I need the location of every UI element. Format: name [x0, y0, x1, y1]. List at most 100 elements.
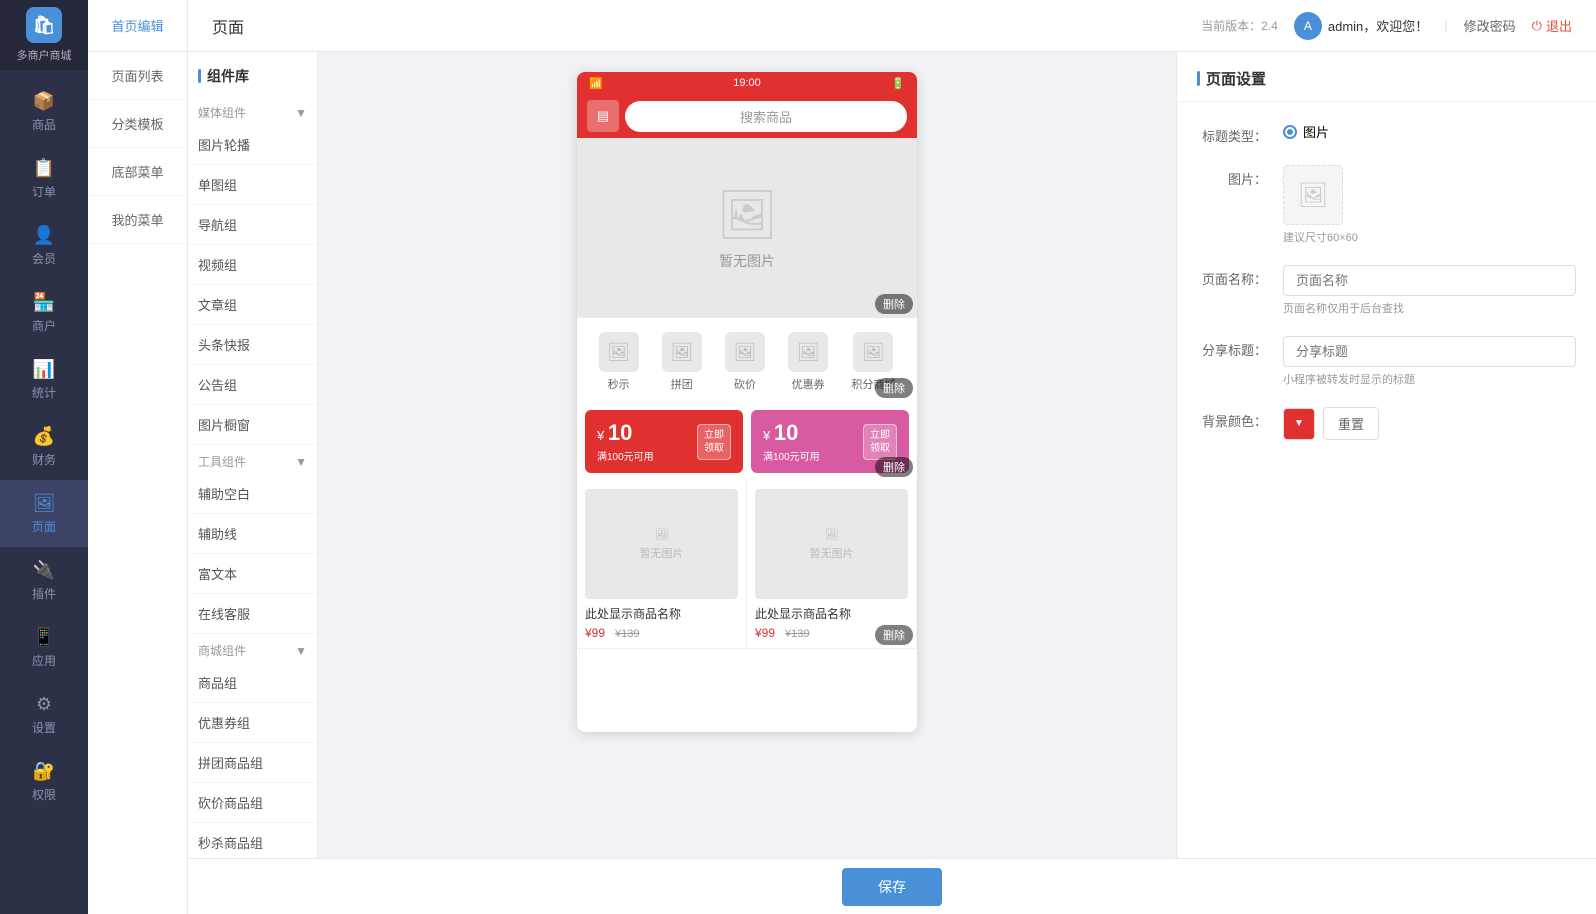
page-name-row: 页面名称： 页面名称仅用于后台查找 — [1197, 265, 1576, 316]
color-picker-row: ▼ 重置 — [1283, 407, 1576, 440]
component-seckill[interactable]: 秒杀商品组 — [188, 823, 317, 858]
image-row: 图片： 🖼 建议尺寸60×60 — [1197, 165, 1576, 245]
coupon-icon-box: 🖼 — [788, 332, 828, 372]
banner-delete-btn[interactable]: 删除 — [875, 294, 913, 314]
component-image-carousel[interactable]: 图片轮播 — [188, 125, 317, 165]
share-title-content: 小程序被转发时显示的标题 — [1283, 336, 1576, 387]
radio-image-option[interactable]: 图片 — [1283, 122, 1576, 141]
phone-search-bar: ▤ 搜索商品 — [577, 94, 917, 138]
goods-icon: 📦 — [33, 90, 55, 112]
sidebar-label-goods: 商品 — [32, 116, 56, 133]
share-title-input[interactable] — [1283, 336, 1576, 367]
phone-preview: 📶 19:00 🔋 ▤ 搜索商品 🖼 暂无图片 删除 — [318, 52, 1176, 858]
tool-category: 工具组件 ▼ — [188, 445, 317, 474]
title-type-row: 标题类型： 图片 — [1197, 122, 1576, 145]
title-type-content: 图片 — [1283, 122, 1576, 141]
settings-icon: ⚙ — [33, 693, 55, 715]
plugin-icon: 🔌 — [33, 559, 55, 581]
component-single-image[interactable]: 单图组 — [188, 165, 317, 205]
sidebar-item-auth[interactable]: 🔐 权限 — [0, 748, 88, 815]
component-aux-line[interactable]: 辅助线 — [188, 514, 317, 554]
settings-panel: 页面设置 标题类型： 图片 图片： — [1176, 52, 1596, 858]
coupon-red: ¥ 10 满100元可用 立即领取 — [585, 410, 743, 473]
component-group-buy[interactable]: 拼团商品组 — [188, 743, 317, 783]
share-title-hint: 小程序被转发时显示的标题 — [1283, 371, 1576, 387]
sidebar-item-member[interactable]: 👤 会员 — [0, 212, 88, 279]
sidebar-item-finance[interactable]: 💰 财务 — [0, 413, 88, 480]
merchant-icon: 🏪 — [33, 291, 55, 313]
second-nav-page-list[interactable]: 页面列表 — [88, 52, 187, 100]
coupon-delete-btn[interactable]: 删除 — [875, 457, 913, 477]
coupon-red-currency: ¥ — [597, 428, 608, 443]
second-nav-category[interactable]: 分类模板 — [88, 100, 187, 148]
sidebar-item-order[interactable]: 📋 订单 — [0, 145, 88, 212]
component-bargain[interactable]: 砍价商品组 — [188, 783, 317, 823]
sidebar-item-stats[interactable]: 📊 统计 — [0, 346, 88, 413]
sidebar-logo: 🛍 多商户商城 — [0, 0, 88, 70]
phone-time: 19:00 — [733, 77, 761, 89]
save-button[interactable]: 保存 — [842, 868, 942, 906]
topbar-divider: | — [1444, 18, 1447, 33]
coupon-pink-desc: 满100元可用 — [763, 448, 820, 463]
second-nav-bottom-menu[interactable]: 底部菜单 — [88, 148, 187, 196]
sidebar-item-merchant[interactable]: 🏪 商户 — [0, 279, 88, 346]
coupon-red-info: ¥ 10 满100元可用 — [597, 420, 654, 463]
sidebar-item-app[interactable]: 📱 应用 — [0, 614, 88, 681]
goods-img-icon-1: 🖼 — [825, 528, 839, 541]
share-title-label: 分享标题： — [1197, 336, 1267, 359]
radio-image-dot — [1283, 125, 1297, 139]
goods-name-0: 此处显示商品名称 — [585, 605, 738, 622]
sidebar-label-settings: 设置 — [32, 719, 56, 736]
page-icon: 🖼 — [33, 492, 55, 514]
color-swatch[interactable]: ▼ — [1283, 408, 1315, 440]
shop-category-label: 商城组件 — [198, 642, 246, 659]
second-nav-my-menu[interactable]: 我的菜单 — [88, 196, 187, 244]
modify-password-btn[interactable]: 修改密码 — [1464, 16, 1516, 35]
member-icon: 👤 — [33, 224, 55, 246]
sidebar-item-settings[interactable]: ⚙ 设置 — [0, 681, 88, 748]
sidebar-label-plugin: 插件 — [32, 585, 56, 602]
phone-search-input[interactable]: 搜索商品 — [625, 101, 907, 132]
goods-img-1: 🖼 暂无图片 — [755, 489, 908, 599]
component-video[interactable]: 视频组 — [188, 245, 317, 285]
goods-price-new-1: ¥99 — [755, 626, 775, 640]
component-goods-group[interactable]: 商品组 — [188, 663, 317, 703]
image-label: 图片： — [1197, 165, 1267, 188]
component-notice[interactable]: 公告组 — [188, 365, 317, 405]
sidebar-item-plugin[interactable]: 🔌 插件 — [0, 547, 88, 614]
sidebar-label-member: 会员 — [32, 250, 56, 267]
phone-logo: ▤ — [587, 100, 619, 132]
sidebar-item-page[interactable]: 🖼 页面 — [0, 480, 88, 547]
coupon-red-desc: 满100元可用 — [597, 448, 654, 463]
shop-category-arrow: ▼ — [295, 644, 307, 658]
finance-icon: 💰 — [33, 425, 55, 447]
image-placeholder-icon: 🖼 — [1298, 181, 1328, 210]
bg-color-label: 背景颜色： — [1197, 407, 1267, 430]
component-customer-service[interactable]: 在线客服 — [188, 594, 317, 634]
component-rich-text[interactable]: 富文本 — [188, 554, 317, 594]
sidebar-nav: 📦 商品 📋 订单 👤 会员 🏪 商户 📊 统计 💰 财务 🖼 页面 🔌 — [0, 70, 88, 914]
sidebar-item-goods[interactable]: 📦 商品 — [0, 78, 88, 145]
reset-color-btn[interactable]: 重置 — [1323, 407, 1379, 440]
group-icon-box: 🖼 — [662, 332, 702, 372]
media-category-label: 媒体组件 — [198, 104, 246, 121]
iconnav-delete-btn[interactable]: 删除 — [875, 378, 913, 398]
component-nav-group[interactable]: 导航组 — [188, 205, 317, 245]
component-coupon-group[interactable]: 优惠券组 — [188, 703, 317, 743]
phone-coupon-row: ¥ 10 满100元可用 立即领取 ¥ 10 满100元可 — [577, 402, 917, 481]
component-article[interactable]: 文章组 — [188, 285, 317, 325]
goods-price-old-0: ¥139 — [615, 628, 639, 640]
tool-category-arrow: ▼ — [295, 455, 307, 469]
tool-category-label: 工具组件 — [198, 453, 246, 470]
component-headlines[interactable]: 头条快报 — [188, 325, 317, 365]
image-upload-box[interactable]: 🖼 — [1283, 165, 1343, 225]
component-aux-blank[interactable]: 辅助空白 — [188, 474, 317, 514]
component-image-grid[interactable]: 图片橱窗 — [188, 405, 317, 445]
logout-btn[interactable]: ⏻ 退出 — [1532, 16, 1572, 35]
page-name-input[interactable] — [1283, 265, 1576, 296]
nav-label-bargain: 砍价 — [734, 376, 756, 392]
phone-banner-section: 🖼 暂无图片 删除 — [577, 138, 917, 318]
coupon-pink-btn[interactable]: 立即领取 — [863, 424, 897, 460]
coupon-red-btn[interactable]: 立即领取 — [697, 424, 731, 460]
goods-delete-btn[interactable]: 删除 — [875, 625, 913, 645]
